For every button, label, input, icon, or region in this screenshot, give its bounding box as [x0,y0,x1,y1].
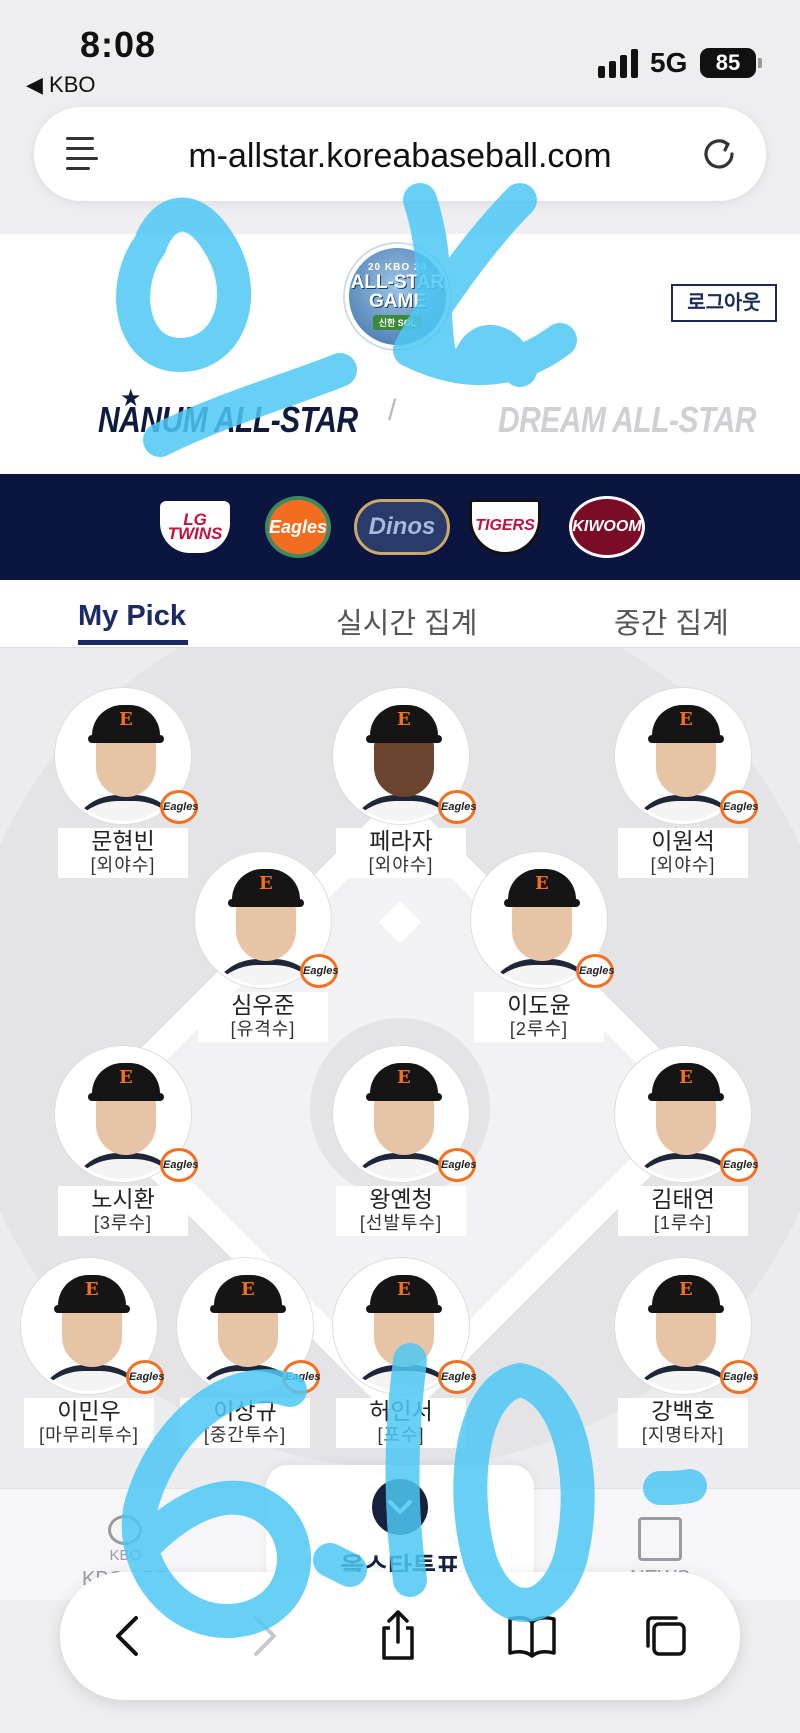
player-card[interactable]: Eagles 허인서[포수] [330,1258,476,1448]
player-position: [외야수] [368,855,434,875]
allstar-header: 20 KBO 24 ALL-STAR GAME 신한 SOL 로그아웃 ★ NA… [0,234,800,474]
eagles-badge-icon: Eagles [160,1148,198,1182]
eagles-badge-icon: Eagles [126,1360,164,1394]
eagles-badge-icon: Eagles [720,1148,758,1182]
team-kiwoom[interactable]: KIWOOM [565,496,649,558]
player-position: [선발투수] [359,1213,443,1233]
player-card[interactable]: Eagles 심우준[유격수] [192,852,338,1042]
kbo-logo-icon [108,1515,143,1545]
player-card[interactable]: Eagles 김태연[1루수] [612,1046,758,1236]
player-card[interactable]: Eagles 이원석[외야수] [612,688,758,878]
player-position: [포수] [377,1425,425,1445]
team-eagles[interactable]: Eagles [258,496,338,558]
eagles-badge-icon: Eagles [438,1360,476,1394]
cellular-signal-icon [598,48,640,78]
chevron-down-icon[interactable] [372,1479,428,1535]
bookmarks-icon[interactable] [502,1606,562,1666]
player-position: [유격수] [230,1019,296,1039]
nanum-allstar-tab[interactable]: NANUM ALL-STAR [98,401,358,442]
player-card[interactable]: Eagles 이상규[중간투수] [174,1258,320,1448]
team-nc-dinos[interactable]: Dinos [352,496,452,558]
player-card[interactable]: Eagles 이민우[마무리투수] [18,1258,164,1448]
player-position: [3루수] [93,1213,153,1233]
tab-my-pick[interactable]: My Pick [78,600,186,633]
player-position: [외야수] [90,855,156,875]
player-position: [외야수] [650,855,716,875]
eagles-badge-icon: Eagles [720,1360,758,1394]
eagles-badge-icon: Eagles [438,1148,476,1182]
browser-toolbar [60,1572,740,1700]
eagles-badge-icon: Eagles [282,1360,320,1394]
eagles-badge-icon: Eagles [438,790,476,824]
address-bar[interactable]: m-allstar.koreabaseball.com [34,107,766,201]
network-type: 5G [650,47,688,78]
share-icon[interactable] [368,1606,428,1666]
player-name: 문현빈 [91,828,155,854]
battery-icon: 85 [700,48,762,78]
player-name: 이도윤 [507,992,571,1018]
team-lg-twins[interactable]: LG TWINS [155,496,235,558]
player-card[interactable]: Eagles 이도윤[2루수] [468,852,614,1042]
player-name: 노시환 [91,1186,155,1212]
tab-interim-count[interactable]: 중간 집계 [614,600,729,642]
eagles-badge-icon: Eagles [300,954,338,988]
divider: / [388,394,397,427]
player-name: 심우준 [231,992,295,1018]
baseball-field: Eagles 문현빈[외야수] Eagles 페라자[외야수] Eagles 이… [0,648,800,1488]
back-icon[interactable] [100,1606,160,1666]
player-position: [지명타자] [641,1425,725,1445]
tab-bar: My Pick 실시간 집계 중간 집계 [0,580,800,648]
team-kia-tigers[interactable]: TIGERS [465,496,545,558]
player-card[interactable]: Eagles 강백호[지명타자] [612,1258,758,1448]
player-name: 이상규 [213,1398,277,1424]
status-bar: 8:08 ◀ KBO 5G 85 [0,0,800,100]
forward-icon[interactable] [232,1606,292,1666]
player-name: 이민우 [57,1398,121,1424]
news-icon [638,1517,682,1561]
eagles-badge-icon: Eagles [720,790,758,824]
url-text[interactable]: m-allstar.koreabaseball.com [34,137,766,176]
tab-live-count[interactable]: 실시간 집계 [336,600,477,642]
player-name: 강백호 [651,1398,715,1424]
player-name: 이원석 [651,828,715,854]
player-position: [중간투수] [203,1425,287,1445]
dream-allstar-tab[interactable]: DREAM ALL-STAR [498,401,756,442]
player-name: 페라자 [369,828,433,854]
player-position: [마무리투수] [39,1425,139,1445]
logout-button[interactable]: 로그아웃 [671,284,777,322]
player-position: [1루수] [653,1213,713,1233]
player-card[interactable]: Eagles 페라자[외야수] [330,688,476,878]
active-tab-indicator [78,640,188,645]
player-card[interactable]: Eagles 왕옌청[선발투수] [330,1046,476,1236]
back-to-app-link[interactable]: ◀ KBO [26,72,96,98]
player-position: [2루수] [509,1019,569,1039]
allstar-game-logo[interactable]: 20 KBO 24 ALL-STAR GAME 신한 SOL [345,244,450,349]
player-name: 허인서 [369,1398,433,1424]
reload-icon[interactable] [696,131,742,177]
eagles-badge-icon: Eagles [576,954,614,988]
team-logo-bar: LG TWINS Eagles Dinos TIGERS KIWOOM [0,474,800,580]
tabs-icon[interactable] [636,1606,696,1666]
player-card[interactable]: Eagles 문현빈[외야수] [52,688,198,878]
clock: 8:08 [80,24,157,65]
player-card[interactable]: Eagles 노시환[3루수] [52,1046,198,1236]
player-name: 왕옌청 [369,1186,433,1212]
eagles-badge-icon: Eagles [160,790,198,824]
player-name: 김태연 [651,1186,715,1212]
